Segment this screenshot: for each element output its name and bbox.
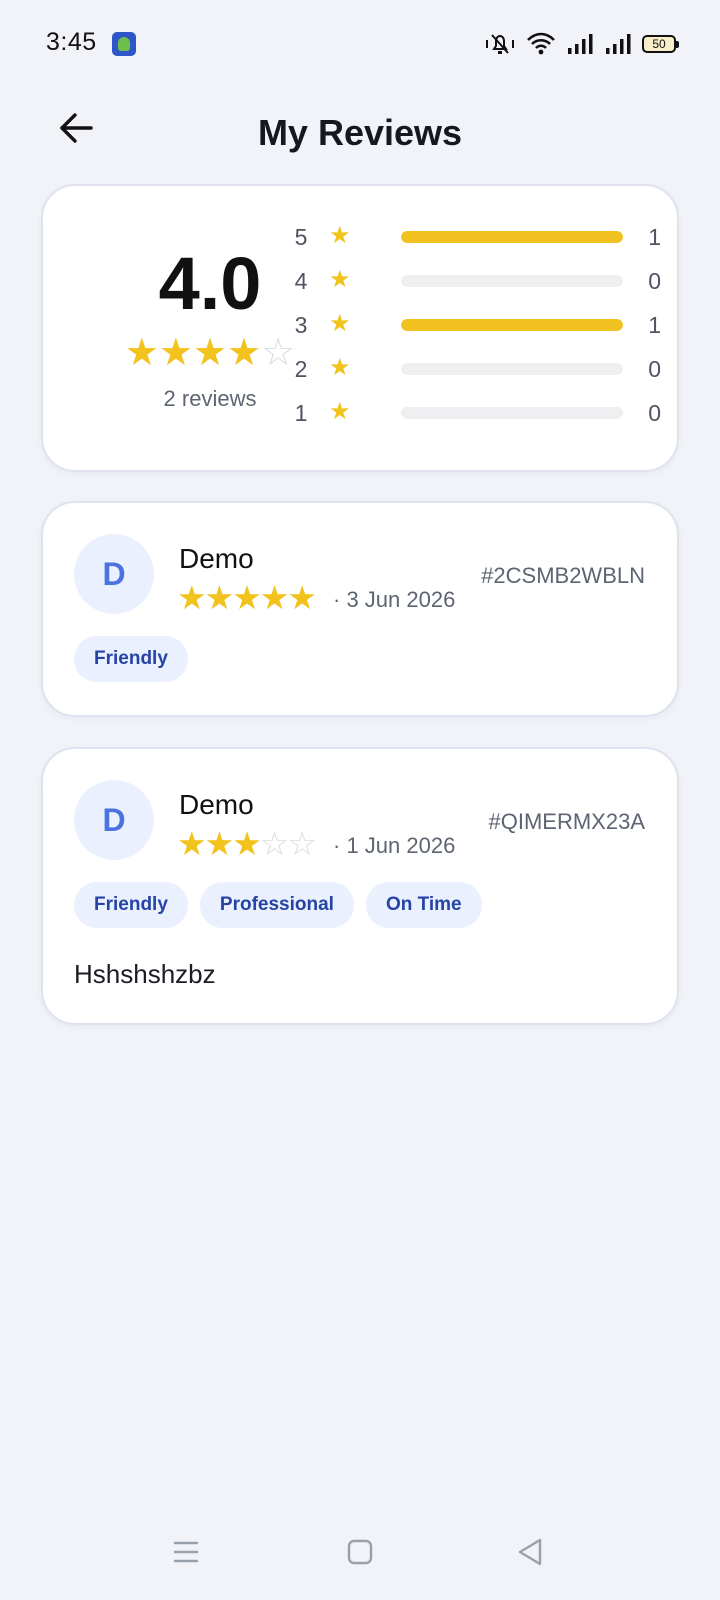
distribution-count: 0 <box>648 400 661 426</box>
distribution-bar-fill <box>401 319 623 331</box>
status-bar: 3:45 50 <box>0 0 720 88</box>
rating-distribution-row: 2 ★ 0 <box>291 354 661 384</box>
star-filled-icon: ★ <box>204 825 235 862</box>
menu-button[interactable] <box>160 1526 212 1578</box>
signal-icon <box>568 34 593 54</box>
star-filled-icon: ★ <box>232 825 262 862</box>
star-filled-icon: ★ <box>287 579 317 616</box>
review-tag: Friendly <box>74 882 188 928</box>
star-filled-icon: ★ <box>232 579 262 616</box>
star-filled-icon: ★ <box>192 332 228 374</box>
booking-id: #QIMERMX23A <box>488 809 646 834</box>
star-filled-icon: ★ <box>259 579 290 616</box>
star-filled-icon: ★ <box>158 332 193 374</box>
home-button[interactable] <box>334 1526 386 1578</box>
review-date-text: 3 Jun 2026 <box>346 587 456 612</box>
review-text: Hshshshzbz <box>74 959 216 989</box>
header: My Reviews <box>0 88 720 184</box>
star-icon: ★ <box>329 310 351 337</box>
star-icon: ★ <box>329 266 351 293</box>
signal-icon <box>606 34 631 54</box>
avatar: D <box>74 780 154 860</box>
review-date-text: 1 Jun 2026 <box>346 833 456 858</box>
rating-distribution-row: 3 ★ 1 <box>291 310 661 340</box>
star-icon: ★ <box>329 222 351 249</box>
star-filled-icon: ★ <box>177 825 207 862</box>
star-icon: ★ <box>329 398 351 425</box>
system-nav-bar <box>0 1526 720 1582</box>
status-icons: 50 <box>484 30 679 58</box>
star-empty-icon: ☆ <box>259 825 290 862</box>
review-stars: ★ ★ ★ ★ ★ <box>177 579 317 616</box>
vibrate-mute-icon <box>486 34 514 54</box>
home-square-icon <box>347 1539 373 1565</box>
page-title: My Reviews <box>257 112 463 153</box>
average-rating: 4.0 <box>158 242 262 325</box>
distribution-count: 1 <box>648 224 661 250</box>
avatar: D <box>74 534 154 614</box>
distribution-bar-fill <box>401 231 623 243</box>
back-nav-button[interactable] <box>504 1526 556 1578</box>
review-date: · 3 Jun 2026 <box>333 587 456 612</box>
reviewer-name: Demo <box>179 543 254 574</box>
menu-icon <box>173 1541 199 1563</box>
distribution-count: 1 <box>648 312 661 338</box>
review-card[interactable]: D Demo ★ ★ ★ ★ ★ · 3 Jun 2026 #2CSMB2WBLN Fr… <box>41 501 679 717</box>
wifi-icon <box>527 32 555 55</box>
distribution-star-level: 4 <box>294 268 308 294</box>
back-triangle-icon <box>518 1538 542 1566</box>
star-filled-icon: ★ <box>204 579 235 616</box>
star-filled-icon: ★ <box>177 579 207 616</box>
distribution-star-level: 3 <box>294 312 308 338</box>
distribution-count: 0 <box>648 356 661 382</box>
distribution-star-level: 5 <box>294 224 308 250</box>
review-date: · 1 Jun 2026 <box>333 833 456 858</box>
distribution-star-level: 1 <box>294 400 308 426</box>
reviewer-name: Demo <box>179 789 254 820</box>
distribution-bar-track <box>401 407 623 419</box>
app-notification-icon <box>112 32 136 56</box>
star-empty-icon: ☆ <box>287 825 317 862</box>
star-filled-icon: ★ <box>124 332 159 374</box>
distribution-star-level: 2 <box>294 356 308 382</box>
distribution-bar-track <box>401 231 623 243</box>
review-tags: Friendly Professional On Time <box>74 882 482 928</box>
distribution-bar-track <box>401 319 623 331</box>
review-card[interactable]: D Demo ★ ★ ★ ☆ ☆ · 1 Jun 2026 #QIMERMX23A Fr… <box>41 747 679 1025</box>
rating-distribution-row: 5 ★ 1 <box>291 222 661 252</box>
distribution-bar-track <box>401 275 623 287</box>
star-filled-icon: ★ <box>227 332 262 374</box>
review-tags: Friendly <box>74 636 188 682</box>
status-time: 3:45 <box>46 28 97 56</box>
distribution-count: 0 <box>648 268 661 294</box>
booking-id: #2CSMB2WBLN <box>481 563 645 588</box>
distribution-bar-track <box>401 363 623 375</box>
rating-summary-card: 4.0 ★ ★ ★ ★ ☆ 2 reviews 5 ★ 1 4 ★ 0 3 ★ 1 2 ★ 0 1 ★ 0 <box>41 184 679 472</box>
review-tag: On Time <box>365 882 482 928</box>
review-count: 2 reviews <box>163 386 257 411</box>
rating-distribution-row: 1 ★ 0 <box>291 398 661 428</box>
review-tag: Professional <box>199 882 354 928</box>
battery-icon: 50 <box>642 35 679 53</box>
rating-distribution-row: 4 ★ 0 <box>291 266 661 296</box>
star-icon: ★ <box>329 354 351 381</box>
review-stars: ★ ★ ★ ☆ ☆ <box>177 825 317 862</box>
review-tag: Friendly <box>74 636 188 682</box>
